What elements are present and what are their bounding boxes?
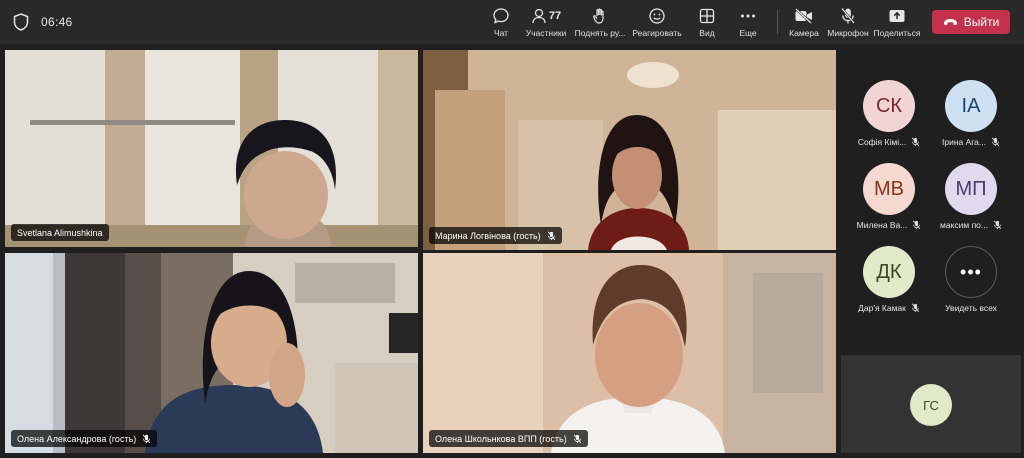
avatar: ІА	[945, 80, 997, 132]
participants-label: Участники	[525, 28, 567, 38]
participant-card[interactable]: СК Софія Кімі...	[848, 80, 930, 147]
participant-card-name-row: Софія Кімі...	[848, 137, 930, 147]
hand-icon	[593, 8, 604, 24]
chat-label: Чат	[493, 28, 509, 38]
smile-icon	[649, 8, 665, 24]
avatar: ДК	[863, 246, 915, 298]
video-tile[interactable]: Олена Школьнкова ВПП (гость)	[423, 253, 836, 453]
mic-off-icon	[841, 7, 855, 24]
avatar: МП	[945, 163, 997, 215]
grid-icon	[699, 8, 715, 24]
participant-video	[5, 50, 418, 247]
participant-card[interactable]: МВ Милена Ва...	[848, 163, 930, 230]
mic-off-icon	[993, 220, 1002, 230]
participant-video	[423, 50, 836, 250]
participant-card-name-row: максим по...	[930, 220, 1012, 230]
avatar: СК	[863, 80, 915, 132]
participant-card[interactable]: МП максим по...	[930, 163, 1012, 230]
view-label: Вид	[699, 28, 715, 38]
react-button[interactable]: Реагировать	[632, 6, 682, 40]
react-label: Реагировать	[632, 28, 682, 38]
leave-label: Выйти	[963, 15, 1000, 29]
more-icon	[741, 14, 755, 18]
camera-off-icon	[795, 8, 812, 24]
avatar: ГС	[910, 384, 952, 426]
see-all-button[interactable]: ••• Увидеть всех	[930, 246, 1012, 313]
camera-button[interactable]: Камера	[787, 6, 821, 40]
participant-card-name: максим по...	[939, 220, 988, 230]
microphone-button[interactable]: Микрофон	[826, 6, 870, 40]
share-label: Поделиться	[873, 28, 921, 38]
participant-card[interactable]: ІА Ірина Ага...	[930, 80, 1012, 147]
mic-off-icon	[911, 303, 920, 313]
video-tile[interactable]: Олена Александрова (гость)	[5, 253, 418, 453]
participant-card-name: Ірина Ага...	[941, 137, 986, 147]
participants-button[interactable]: 77 Участники	[524, 6, 568, 40]
participant-card-name: Милена Ва...	[856, 220, 908, 230]
video-tile[interactable]: Svetlana Alimushkina	[5, 50, 418, 247]
participant-card[interactable]: ДК Дар'я Камак	[848, 246, 930, 313]
participant-card-name: Дар'я Камак	[858, 303, 906, 313]
raise-hand-label: Поднять ру...	[574, 28, 626, 38]
leave-button[interactable]: Выйти	[932, 10, 1010, 34]
raise-hand-button[interactable]: Поднять ру...	[573, 6, 627, 40]
video-tile[interactable]: Марина Логвінова (гость)	[423, 50, 836, 250]
participant-name: Svetlana Alimushkina	[17, 227, 103, 238]
avatar: МВ	[863, 163, 915, 215]
mic-off-icon	[913, 220, 921, 230]
mic-off-icon	[547, 231, 555, 240]
share-icon	[889, 10, 905, 22]
more-label: Еще	[739, 28, 757, 38]
phone-hangup-icon	[943, 19, 957, 25]
participant-video	[5, 253, 418, 453]
camera-label: Камера	[789, 28, 819, 38]
participant-card-name-row: Ірина Ага...	[930, 137, 1012, 147]
shield-icon	[13, 13, 29, 31]
toolbar-divider	[777, 10, 778, 34]
participant-name-tag: Олена Школьнкова ВПП (гость)	[429, 430, 588, 447]
mic-off-icon	[143, 434, 151, 443]
mic-off-icon	[991, 137, 1000, 147]
more-icon[interactable]: •••	[945, 246, 997, 298]
view-button[interactable]: Вид	[696, 6, 718, 40]
participant-card-name-row: Милена Ва...	[848, 220, 930, 230]
people-icon	[532, 8, 546, 24]
chat-icon	[493, 8, 509, 24]
participant-name-tag: Марина Логвінова (гость)	[429, 227, 562, 244]
see-all-label: Увидеть всех	[945, 303, 997, 313]
participants-count: 77	[548, 10, 562, 22]
participant-name: Олена Школьнкова ВПП (гость)	[435, 433, 567, 444]
share-button[interactable]: Поделиться	[873, 6, 921, 40]
guest-tile[interactable]: ГС	[841, 355, 1021, 453]
participant-card-name-row: Дар'я Камак	[848, 303, 930, 313]
microphone-label: Микрофон	[827, 28, 869, 38]
participants-panel: СК Софія Кімі... ІА Ірина Ага... МВ Миле…	[841, 50, 1024, 350]
participant-name-tag: Svetlana Alimushkina	[11, 224, 109, 241]
participant-name: Олена Александрова (гость)	[17, 433, 137, 444]
meeting-toolbar: 06:46 Чат 77 Участники Поднять ру... Реа…	[0, 0, 1024, 44]
participant-name: Марина Логвінова (гость)	[435, 230, 541, 241]
participant-name-tag: Олена Александрова (гость)	[11, 430, 158, 447]
chat-button[interactable]: Чат	[489, 6, 513, 40]
participant-video	[423, 253, 836, 453]
mic-off-icon	[912, 137, 920, 147]
meeting-timer: 06:46	[41, 15, 73, 29]
participant-card-name: Софія Кімі...	[857, 137, 907, 147]
mic-off-icon	[573, 434, 581, 443]
more-button[interactable]: Еще	[737, 6, 759, 40]
